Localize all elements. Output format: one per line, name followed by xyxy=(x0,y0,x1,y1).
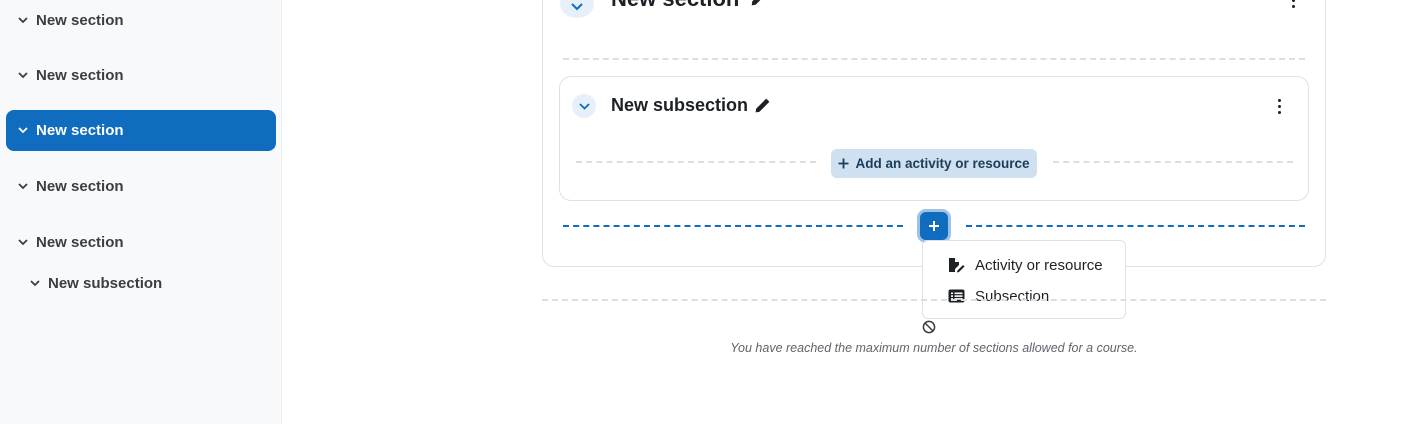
chevron-down-icon xyxy=(571,3,583,11)
menu-item-activity-or-resource[interactable]: Activity or resource xyxy=(923,250,1125,280)
add-content-divider xyxy=(563,225,903,227)
max-sections-notice: You have reached the maximum number of s… xyxy=(730,341,1138,355)
course-index-section-3-active[interactable]: New section xyxy=(6,110,276,151)
divider xyxy=(1053,161,1293,163)
course-index-section-4[interactable]: New section xyxy=(6,166,276,207)
course-index-subsection[interactable]: New subsection xyxy=(6,263,276,304)
add-content-dropdown: Activity or resource Subsection xyxy=(922,240,1126,319)
course-index-section-5[interactable]: New section xyxy=(6,222,276,263)
plus-icon xyxy=(929,221,939,231)
chevron-down-icon[interactable] xyxy=(16,69,30,83)
subsection-label: New subsection xyxy=(48,275,163,292)
chevron-down-icon[interactable] xyxy=(28,277,42,291)
course-index-section-1[interactable]: New section xyxy=(6,0,276,41)
file-pen-icon xyxy=(948,257,966,273)
plus-icon xyxy=(838,158,849,169)
section-title: New section xyxy=(611,0,768,13)
subsection-actions-menu[interactable] xyxy=(1271,96,1287,116)
menu-item-label: Activity or resource xyxy=(975,256,1103,274)
chevron-down-icon[interactable] xyxy=(16,14,30,28)
subsection-title: New subsection xyxy=(611,95,771,116)
chevron-down-icon[interactable] xyxy=(16,236,30,250)
add-activity-button[interactable]: Add an activity or resource xyxy=(831,149,1037,178)
add-content-divider xyxy=(966,225,1305,227)
course-index-drawer: New section New section New section New … xyxy=(0,0,282,424)
chevron-down-icon[interactable] xyxy=(16,124,30,138)
chevron-down-icon[interactable] xyxy=(16,180,30,194)
list-icon xyxy=(948,288,966,304)
subsection-collapse-toggle[interactable] xyxy=(572,94,596,118)
menu-item-subsection[interactable]: Subsection xyxy=(923,281,1125,311)
section-label: New section xyxy=(36,234,124,251)
section-label: New section xyxy=(36,67,124,84)
section-label: New section xyxy=(36,122,124,139)
divider xyxy=(576,161,816,163)
section-label: New section xyxy=(36,178,124,195)
chevron-down-icon xyxy=(578,102,590,110)
section-label: New section xyxy=(36,12,124,29)
divider xyxy=(542,299,1326,301)
menu-item-label: Subsection xyxy=(975,287,1050,305)
course-index-section-2[interactable]: New section xyxy=(6,55,276,96)
ban-icon xyxy=(922,320,938,336)
subsection-title-text: New subsection xyxy=(611,95,749,115)
add-activity-label: Add an activity or resource xyxy=(855,156,1030,171)
add-content-button[interactable] xyxy=(920,212,948,240)
pencil-icon[interactable] xyxy=(750,0,768,13)
divider xyxy=(563,58,1305,60)
section-actions-menu[interactable] xyxy=(1285,0,1301,10)
pencil-icon[interactable] xyxy=(754,97,771,114)
section-title-text: New section xyxy=(611,0,739,11)
